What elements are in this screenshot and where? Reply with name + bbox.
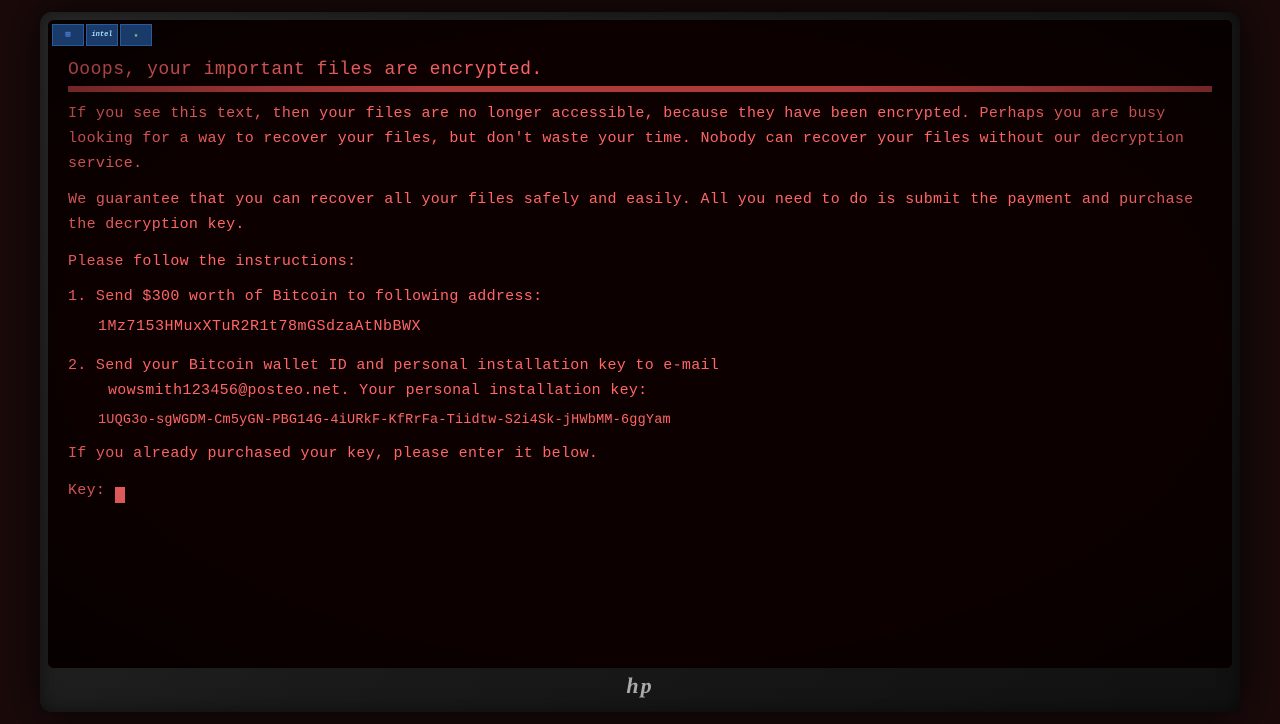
monitor-outer: ⊞ intel ★ Ooops, your important files ar…: [40, 12, 1240, 712]
monitor-bottom: hp: [48, 668, 1232, 704]
red-separator: [68, 86, 1212, 92]
footer-line1: If you already purchased your key, pleas…: [68, 442, 1212, 467]
ransom-title: Ooops, your important files are encrypte…: [68, 60, 1212, 80]
instructions-header: Please follow the instructions:: [68, 250, 1212, 275]
intel-icon: intel: [86, 24, 118, 46]
bitcoin-address: 1Mz7153HMuxXTuR2R1t78mGSdzaAtNbBWX: [98, 315, 1212, 340]
key-input-line[interactable]: Key:: [68, 479, 1212, 504]
monitor-bezel: ⊞ intel ★ Ooops, your important files ar…: [48, 20, 1232, 668]
taskbar-icons: ⊞ intel ★: [52, 24, 152, 46]
hp-logo: hp: [626, 673, 653, 699]
windows-icon: ⊞: [52, 24, 84, 46]
screen-content: Ooops, your important files are encrypte…: [48, 20, 1232, 668]
personal-key: 1UQG3o-sgWGDM-Cm5yGN-PBG14G-4iURkF-KfRrF…: [98, 410, 1212, 432]
body-text-block: If you see this text, then your files ar…: [68, 102, 1212, 503]
step1-label: 1. Send $300 worth of Bitcoin to followi…: [68, 285, 1212, 310]
text-cursor: [115, 487, 125, 503]
step2-label: 2. Send your Bitcoin wallet ID and perso…: [68, 354, 1212, 404]
paragraph2: We guarantee that you can recover all yo…: [68, 188, 1212, 238]
energy-star-icon: ★: [120, 24, 152, 46]
paragraph1: If you see this text, then your files ar…: [68, 102, 1212, 176]
